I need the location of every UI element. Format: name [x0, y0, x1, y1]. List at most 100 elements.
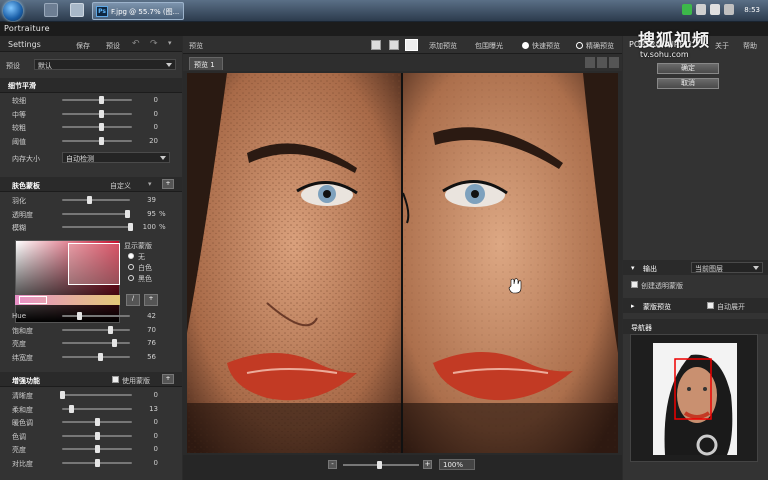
slider-track[interactable]: [62, 352, 130, 361]
ok-button[interactable]: 确定: [657, 63, 719, 74]
feature-value: 自动检测: [66, 155, 94, 163]
slider-track[interactable]: [62, 312, 130, 320]
output-collapse-icon[interactable]: ▾: [631, 264, 635, 272]
slider-knob[interactable]: [98, 96, 104, 104]
slider-knob[interactable]: [60, 391, 65, 399]
preset-button[interactable]: 预设: [106, 41, 120, 51]
sohu-watermark: 搜狐视频: [638, 31, 710, 51]
menu-arrow-icon[interactable]: ▾: [168, 39, 172, 47]
tab-preview-1[interactable]: 预览 1: [189, 57, 223, 70]
slider-knob[interactable]: [98, 352, 104, 361]
slider-knob[interactable]: [124, 209, 130, 218]
enhance-picker-button[interactable]: +: [162, 374, 174, 384]
mask-preview-expand-icon[interactable]: ▸: [631, 302, 635, 310]
tray-icon[interactable]: [682, 4, 692, 15]
slider-knob[interactable]: [77, 312, 82, 320]
slider-track[interactable]: [62, 223, 133, 231]
cancel-button[interactable]: 取消: [657, 78, 719, 89]
slider-track[interactable]: [62, 325, 130, 334]
slider-knob[interactable]: [111, 339, 117, 347]
slider-track[interactable]: [62, 418, 132, 426]
undo-icon[interactable]: ↶: [132, 39, 140, 49]
mask-mode[interactable]: 自定义: [110, 181, 131, 191]
eyedropper-icon[interactable]: /: [126, 294, 140, 306]
accurate-preview-radio[interactable]: [576, 42, 583, 49]
tab-close-icon[interactable]: [609, 57, 619, 68]
slider-knob[interactable]: [86, 196, 92, 204]
show-mask-option-label: 黑色: [138, 275, 152, 283]
color-picker-area[interactable]: [15, 240, 120, 323]
slider-track[interactable]: [62, 123, 132, 131]
slider-track[interactable]: [62, 339, 130, 347]
quick-launch-icon[interactable]: [70, 3, 84, 17]
slider-knob[interactable]: [98, 123, 104, 131]
tab-prev-icon[interactable]: [585, 57, 595, 68]
include-bleed-button[interactable]: 包围曝光: [475, 41, 503, 51]
quick-preview-radio[interactable]: [522, 42, 529, 49]
zoom-out-icon[interactable]: -: [328, 460, 337, 469]
help-link[interactable]: 帮助: [743, 41, 757, 51]
save-button[interactable]: 保存: [76, 41, 90, 51]
slider-track[interactable]: [60, 391, 132, 399]
show-mask-radio[interactable]: [128, 253, 134, 259]
slider-knob[interactable]: [128, 223, 133, 231]
after-image[interactable]: [403, 73, 618, 453]
slider-track[interactable]: [62, 96, 132, 104]
show-mask-radio[interactable]: [128, 264, 134, 270]
zoom-in-icon[interactable]: +: [423, 460, 432, 469]
output-dropdown[interactable]: 当前图层: [691, 262, 763, 273]
slider-track[interactable]: [62, 445, 132, 453]
slider-knob[interactable]: [98, 136, 104, 145]
use-mask-checkbox[interactable]: [112, 376, 119, 383]
taskbar-photoshop-task[interactable]: Ps F.jpg @ 55.7% (图...: [92, 2, 184, 20]
network-icon[interactable]: [710, 4, 720, 15]
slider-track[interactable]: [62, 109, 132, 118]
slider-knob[interactable]: [98, 109, 104, 118]
split-horizontal-icon[interactable]: [389, 40, 399, 50]
slider-track[interactable]: [62, 196, 130, 204]
create-layer-label: 创建透明蒙版: [641, 282, 683, 290]
zoom-slider[interactable]: [343, 461, 419, 469]
slider-track[interactable]: [62, 136, 132, 145]
slider-knob[interactable]: [95, 445, 100, 453]
preset-dropdown[interactable]: 默认: [34, 59, 176, 70]
eyedropper-plus-icon[interactable]: +: [144, 294, 158, 306]
navigator-thumbnail: [653, 343, 737, 456]
mask-picker-button[interactable]: +: [162, 179, 174, 189]
slider-track[interactable]: [62, 209, 130, 218]
start-button[interactable]: [3, 1, 23, 21]
slider-track[interactable]: [62, 404, 132, 413]
slider-knob[interactable]: [95, 418, 100, 426]
use-mask-label: 使用蒙版: [122, 377, 150, 385]
slider-knob[interactable]: [69, 404, 75, 413]
add-preview-button[interactable]: 添加预览: [429, 41, 457, 51]
feature-dropdown[interactable]: 自动检测: [62, 152, 170, 163]
hue-range-bar[interactable]: [15, 295, 120, 305]
zoom-dropdown[interactable]: 100%: [439, 459, 475, 470]
split-vertical-icon[interactable]: [405, 39, 418, 51]
slider-knob[interactable]: [95, 458, 100, 467]
auto-expand-checkbox[interactable]: [707, 302, 714, 309]
before-image[interactable]: [187, 73, 401, 453]
slider-knob[interactable]: [107, 325, 113, 334]
feature-label: 内存大小: [12, 155, 40, 163]
quick-launch-icon[interactable]: [44, 3, 58, 17]
slider-track[interactable]: [62, 458, 132, 467]
hue-range-selector[interactable]: [19, 296, 47, 304]
show-mask-radio[interactable]: [128, 275, 134, 281]
tab-next-icon[interactable]: [597, 57, 607, 68]
slider-track[interactable]: [62, 431, 132, 440]
chevron-down-icon: [166, 63, 172, 67]
color-selection-box[interactable]: [68, 243, 120, 285]
single-view-icon[interactable]: [371, 40, 381, 50]
navigator-panel[interactable]: [630, 334, 758, 462]
redo-icon[interactable]: ↷: [150, 39, 158, 49]
chevron-down-icon[interactable]: ▾: [148, 180, 152, 188]
task-title: F.jpg @ 55.7% (图...: [111, 8, 180, 16]
zoom-slider-knob[interactable]: [377, 461, 382, 469]
tray-icon[interactable]: [696, 4, 706, 15]
volume-icon[interactable]: [724, 4, 734, 15]
about-link[interactable]: 关于: [715, 41, 729, 51]
create-layer-checkbox[interactable]: [631, 281, 638, 288]
slider-knob[interactable]: [95, 431, 100, 440]
